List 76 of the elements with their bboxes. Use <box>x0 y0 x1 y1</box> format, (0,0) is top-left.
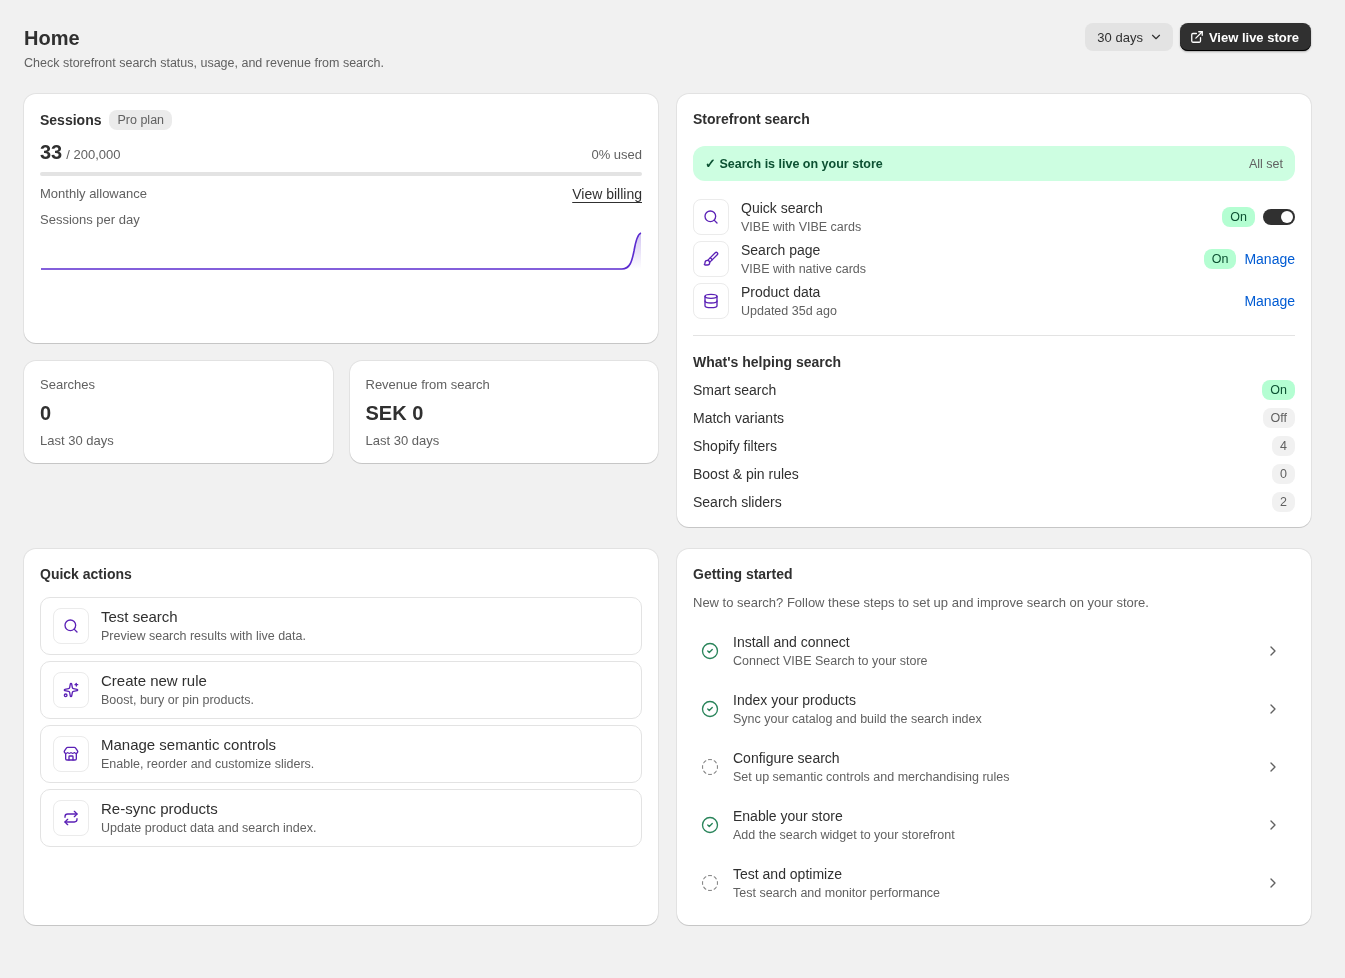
period-select[interactable]: 30 days <box>1085 23 1173 51</box>
chart-title: Sessions per day <box>40 212 140 228</box>
stat-value: SEK 0 <box>365 401 424 425</box>
action-description: Boost, bury or pin products. <box>101 692 254 708</box>
search-icon <box>693 199 729 235</box>
view-billing-link[interactable]: View billing <box>572 186 642 202</box>
brush-icon <box>693 241 729 277</box>
quick-action-card[interactable]: Test search Preview search results with live data. <box>40 597 642 655</box>
stat-period: Last 30 days <box>365 433 440 449</box>
card-title: Getting started <box>693 565 793 583</box>
banner-status: All set <box>1248 156 1283 171</box>
page-title: Home <box>24 26 80 50</box>
helper-label: Search sliders <box>693 493 782 511</box>
helper-label: Boost & pin rules <box>693 465 799 483</box>
page-subtitle: Check storefront search status, usage, and revenue from search. <box>24 55 384 71</box>
action-title: Re-sync products <box>101 800 218 818</box>
status-badge: On <box>1262 380 1295 400</box>
action-title: Test search <box>101 608 178 626</box>
repeat-arrows-icon <box>53 800 89 836</box>
step-description: Set up semantic controls and merchandising rules <box>733 769 1010 785</box>
usage-text: 0% used <box>591 147 642 163</box>
feature-subtitle: VIBE with native cards <box>741 261 867 277</box>
status-badge: 2 <box>1272 492 1295 512</box>
toggle-switch[interactable] <box>1263 209 1295 225</box>
plan-badge: Pro plan <box>109 110 173 130</box>
card-description: New to search? Follow these steps to set up and improve search on your store. <box>693 595 1149 611</box>
sessions-limit: / 200,000 <box>66 147 121 163</box>
quick-action-card[interactable]: Create new rule Boost, bury or pin products. <box>40 661 642 719</box>
quick-action-card[interactable]: Manage semantic controls Enable, reorder and customize sliders. <box>40 725 642 783</box>
feature-title: Quick search <box>741 199 823 217</box>
step-description: Connect VIBE Search to your store <box>733 653 928 669</box>
stat-label: Revenue from search <box>365 377 490 393</box>
feature-subtitle: Updated 35d ago <box>741 303 837 319</box>
step-description: Add the search widget to your storefront <box>733 827 955 843</box>
feature-title: Search page <box>741 241 821 259</box>
step-description: Test search and monitor performance <box>733 885 941 901</box>
step-title: Configure search <box>733 749 840 767</box>
helper-label: Match variants <box>693 409 785 427</box>
status-badge: Off <box>1262 408 1295 428</box>
action-description: Enable, reorder and customize sliders. <box>101 756 315 772</box>
external-link-icon <box>1189 30 1204 44</box>
status-badge: 0 <box>1272 464 1295 484</box>
feature-subtitle: VIBE with VIBE cards <box>741 219 862 235</box>
card-title: Quick actions <box>40 565 132 583</box>
action-title: Create new rule <box>101 672 207 690</box>
sparkles-icon <box>53 672 89 708</box>
view-live-store-button[interactable]: View live store <box>1179 23 1311 51</box>
search-icon <box>53 608 89 644</box>
feature-title: Product data <box>741 283 821 301</box>
status-badge: On <box>1203 249 1237 269</box>
manage-link[interactable]: Manage <box>1244 250 1295 268</box>
stat-value: 0 <box>40 401 52 425</box>
status-badge: On <box>1222 207 1255 227</box>
quick-action-card[interactable]: Re-sync products Update product data and search index. <box>40 789 642 847</box>
status-badge: 4 <box>1272 436 1295 456</box>
manage-link[interactable]: Manage <box>1244 292 1295 310</box>
database-icon <box>693 283 729 319</box>
helper-label: Shopify filters <box>693 437 778 455</box>
stat-label: Searches <box>40 377 95 393</box>
step-title: Install and connect <box>733 633 850 651</box>
sessions-count: 33 <box>40 140 63 164</box>
store-icon <box>53 736 89 772</box>
section-heading: What's helping search <box>693 353 842 372</box>
action-title: Manage semantic controls <box>101 736 277 754</box>
action-description: Update product data and search index. <box>101 820 317 836</box>
helper-label: Smart search <box>693 381 777 399</box>
banner-message: ✓ Search is live on your store <box>705 156 883 171</box>
card-title: Sessions <box>40 111 102 129</box>
step-title: Test and optimize <box>733 865 842 883</box>
card-title: Storefront search <box>693 110 810 128</box>
stat-period: Last 30 days <box>40 433 114 449</box>
step-title: Index your products <box>733 691 856 709</box>
step-title: Enable your store <box>733 807 843 825</box>
allowance-label: Monthly allowance <box>40 186 147 202</box>
step-description: Sync your catalog and build the search index <box>733 711 982 727</box>
action-description: Preview search results with live data. <box>101 628 306 644</box>
